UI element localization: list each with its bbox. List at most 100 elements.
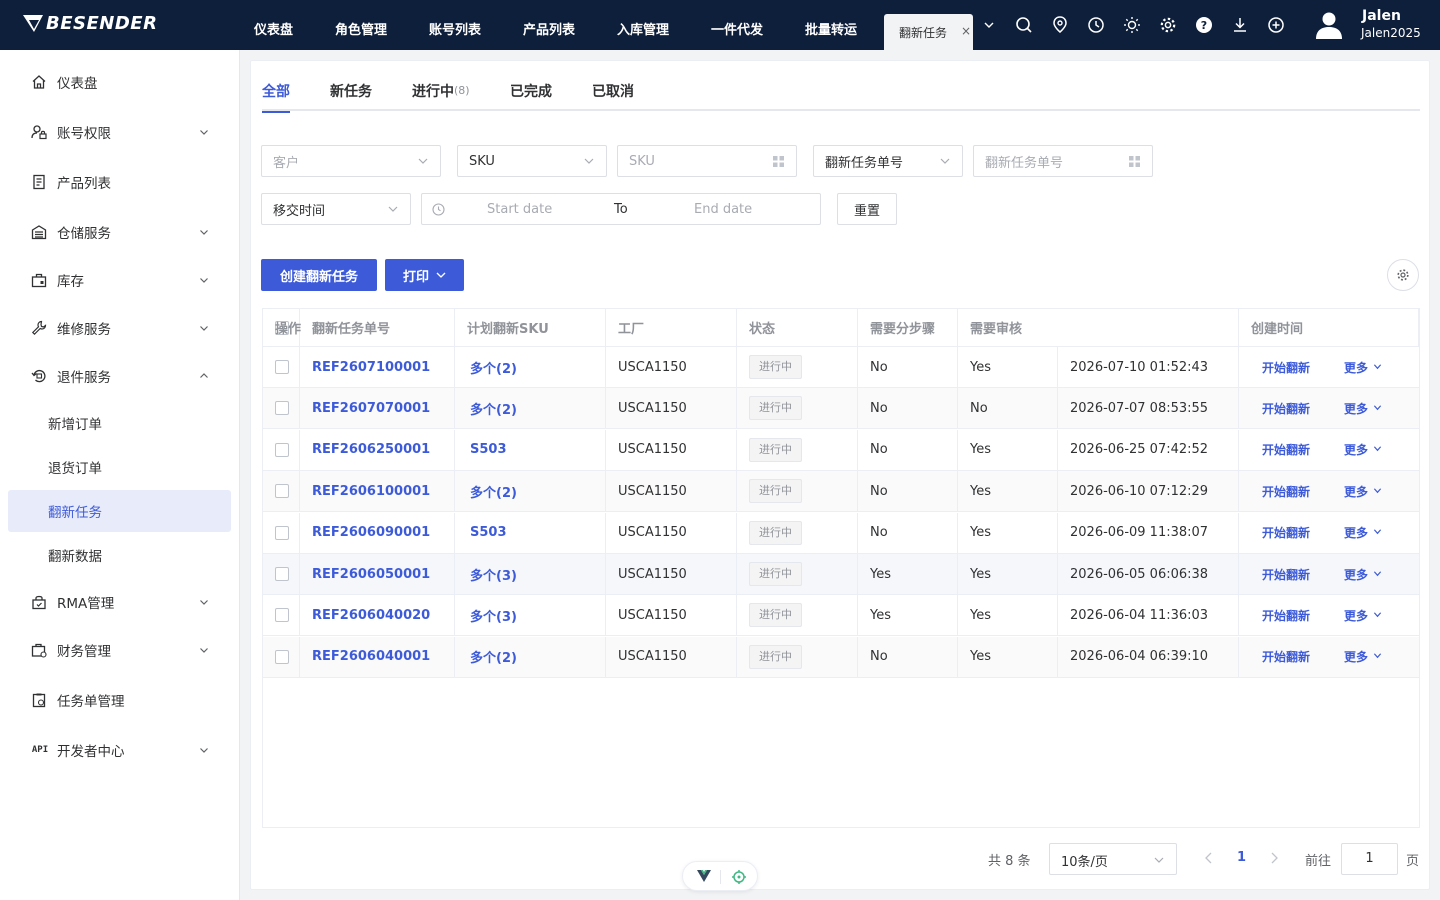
sidebar-item-account-permissions[interactable]: 账号权限 bbox=[0, 112, 240, 152]
start-date-placeholder[interactable]: Start date bbox=[487, 202, 552, 217]
row-checkbox[interactable] bbox=[275, 484, 289, 499]
goto-page-input[interactable]: 1 bbox=[1341, 843, 1398, 875]
task-no-link[interactable]: REF2606100001 bbox=[312, 484, 430, 499]
page-size-select[interactable]: 10条/页 bbox=[1049, 843, 1177, 875]
batch-input-icon[interactable] bbox=[773, 156, 784, 167]
sku-link[interactable]: 多个(2) bbox=[470, 482, 517, 501]
start-renovation-link[interactable]: 开始翻新 bbox=[1262, 483, 1310, 500]
start-renovation-link[interactable]: 开始翻新 bbox=[1262, 359, 1310, 376]
sidebar-item-storage-services[interactable]: 仓储服务 bbox=[0, 212, 240, 252]
gear-icon[interactable] bbox=[1158, 15, 1178, 35]
start-renovation-link[interactable]: 开始翻新 bbox=[1262, 524, 1310, 541]
row-checkbox[interactable] bbox=[275, 567, 289, 581]
location-pin-icon[interactable] bbox=[1050, 15, 1070, 35]
row-checkbox[interactable] bbox=[275, 401, 289, 416]
sku-link[interactable]: 多个(3) bbox=[470, 565, 517, 584]
task-no-type-select[interactable]: 翻新任务单号 bbox=[813, 145, 963, 177]
tab-completed[interactable]: 已完成 bbox=[510, 81, 552, 111]
sku-type-select[interactable]: SKU bbox=[457, 145, 607, 177]
start-renovation-link[interactable]: 开始翻新 bbox=[1262, 400, 1310, 417]
more-dropdown[interactable]: 更多 bbox=[1344, 566, 1382, 583]
row-checkbox[interactable] bbox=[275, 442, 289, 457]
sidebar-subitem-renovation-data[interactable]: 翻新数据 bbox=[8, 534, 231, 576]
nav-item-dashboard[interactable]: 仪表盘 bbox=[254, 0, 293, 50]
add-circle-icon[interactable] bbox=[1266, 15, 1286, 35]
task-no-link[interactable]: REF2606040001 bbox=[312, 649, 430, 664]
tab-cancelled[interactable]: 已取消 bbox=[592, 81, 634, 111]
search-icon[interactable] bbox=[1014, 15, 1034, 35]
sidebar-subitem-renovation-task[interactable]: 翻新任务 bbox=[8, 490, 231, 532]
vue-devtools-icon[interactable] bbox=[697, 870, 711, 883]
time-type-select[interactable]: 移交时间 bbox=[261, 193, 411, 225]
table-row[interactable]: REF2606040020 多个(3) USCA1150 进行中 Yes Yes 2026-… bbox=[263, 595, 1419, 637]
start-renovation-link[interactable]: 开始翻新 bbox=[1262, 566, 1310, 583]
more-dropdown[interactable]: 更多 bbox=[1344, 400, 1382, 417]
sidebar-item-product-list[interactable]: 产品列表 bbox=[0, 162, 240, 202]
sku-link[interactable]: 多个(2) bbox=[470, 647, 517, 666]
nav-item-dropshipping[interactable]: 一件代发 bbox=[711, 0, 763, 50]
download-icon[interactable] bbox=[1230, 15, 1250, 35]
nav-item-account-list[interactable]: 账号列表 bbox=[429, 0, 481, 50]
task-no-link[interactable]: REF2607070001 bbox=[312, 401, 430, 416]
more-dropdown[interactable]: 更多 bbox=[1344, 483, 1382, 500]
sku-input[interactable]: SKU bbox=[617, 145, 797, 177]
table-row[interactable]: REF2606090001 S503 USCA1150 进行中 No Yes 2026-06… bbox=[263, 512, 1419, 554]
more-dropdown[interactable]: 更多 bbox=[1344, 607, 1382, 624]
nav-item-inbound-management[interactable]: 入库管理 bbox=[617, 0, 669, 50]
help-icon[interactable]: ? bbox=[1194, 15, 1214, 35]
task-no-link[interactable]: REF2607100001 bbox=[312, 360, 430, 375]
brand-logo[interactable]: BESENDER bbox=[22, 12, 157, 34]
table-row[interactable]: REF2606100001 多个(2) USCA1150 进行中 No Yes 2026-0… bbox=[263, 471, 1419, 513]
table-row[interactable]: REF2606250001 S503 USCA1150 进行中 No Yes 2026-06… bbox=[263, 429, 1419, 471]
batch-input-icon[interactable] bbox=[1129, 156, 1140, 167]
sidebar-item-dashboard[interactable]: 仪表盘 bbox=[0, 62, 240, 102]
table-row[interactable]: REF2607100001 多个(2) USCA1150 进行中 No Yes 2026-0… bbox=[263, 347, 1419, 388]
tab-all[interactable]: 全部 bbox=[262, 81, 290, 113]
row-checkbox[interactable] bbox=[275, 608, 289, 623]
close-icon[interactable]: × bbox=[961, 24, 971, 38]
prev-page-icon[interactable] bbox=[1203, 851, 1215, 865]
task-no-link[interactable]: REF2606090001 bbox=[312, 525, 430, 540]
start-renovation-link[interactable]: 开始翻新 bbox=[1262, 648, 1310, 665]
nav-item-role-management[interactable]: 角色管理 bbox=[335, 0, 387, 50]
nav-item-batch-transfer[interactable]: 批量转运 bbox=[805, 0, 857, 50]
sku-link[interactable]: 多个(3) bbox=[470, 606, 517, 625]
sidebar-item-finance-management[interactable]: 财务管理 bbox=[0, 630, 240, 670]
sidebar-item-rma-management[interactable]: RMA管理 bbox=[0, 582, 240, 622]
print-button[interactable]: 打印 bbox=[385, 259, 464, 291]
more-dropdown[interactable]: 更多 bbox=[1344, 524, 1382, 541]
sidebar-item-inventory[interactable]: 库存 bbox=[0, 260, 240, 300]
sidebar-item-return-services[interactable]: 退件服务 bbox=[0, 356, 240, 396]
more-dropdown[interactable]: 更多 bbox=[1344, 441, 1382, 458]
sidebar-item-developer-center[interactable]: API 开发者中心 bbox=[0, 730, 240, 770]
reset-button[interactable]: 重置 bbox=[837, 193, 897, 225]
sku-link[interactable]: 多个(2) bbox=[470, 399, 517, 418]
target-icon[interactable] bbox=[731, 869, 747, 885]
sun-icon[interactable] bbox=[1122, 15, 1142, 35]
task-no-input[interactable]: 翻新任务单号 bbox=[973, 145, 1153, 177]
sidebar-subitem-return-order[interactable]: 退货订单 bbox=[8, 446, 231, 488]
chevron-down-icon[interactable] bbox=[979, 15, 999, 35]
create-task-button[interactable]: 创建翻新任务 bbox=[261, 259, 377, 291]
task-no-link[interactable]: REF2606040020 bbox=[312, 608, 430, 623]
sku-link[interactable]: S503 bbox=[470, 525, 507, 540]
start-renovation-link[interactable]: 开始翻新 bbox=[1262, 607, 1310, 624]
end-date-placeholder[interactable]: End date bbox=[694, 202, 752, 217]
tab-in-progress[interactable]: 进行中(8) bbox=[412, 81, 470, 111]
row-checkbox[interactable] bbox=[275, 649, 289, 664]
tab-new[interactable]: 新任务 bbox=[330, 81, 372, 111]
next-page-icon[interactable] bbox=[1268, 851, 1280, 865]
table-row[interactable]: REF2607070001 多个(2) USCA1150 进行中 No No 2026-07… bbox=[263, 388, 1419, 430]
table-row[interactable]: REF2606040001 多个(2) USCA1150 进行中 No Yes 2026-0… bbox=[263, 636, 1419, 678]
sidebar-subitem-new-order[interactable]: 新增订单 bbox=[8, 402, 231, 444]
tab-active-renovation-task[interactable]: 翻新任务 × bbox=[884, 14, 973, 50]
column-settings-button[interactable] bbox=[1387, 259, 1419, 291]
date-range-picker[interactable]: Start date To End date bbox=[421, 193, 821, 225]
sidebar-item-repair-services[interactable]: 维修服务 bbox=[0, 308, 240, 348]
more-dropdown[interactable]: 更多 bbox=[1344, 648, 1382, 665]
row-checkbox[interactable] bbox=[275, 525, 289, 540]
start-renovation-link[interactable]: 开始翻新 bbox=[1262, 441, 1310, 458]
task-no-link[interactable]: REF2606050001 bbox=[312, 567, 430, 582]
sku-link[interactable]: S503 bbox=[470, 442, 507, 457]
page-number-current[interactable]: 1 bbox=[1237, 850, 1246, 865]
